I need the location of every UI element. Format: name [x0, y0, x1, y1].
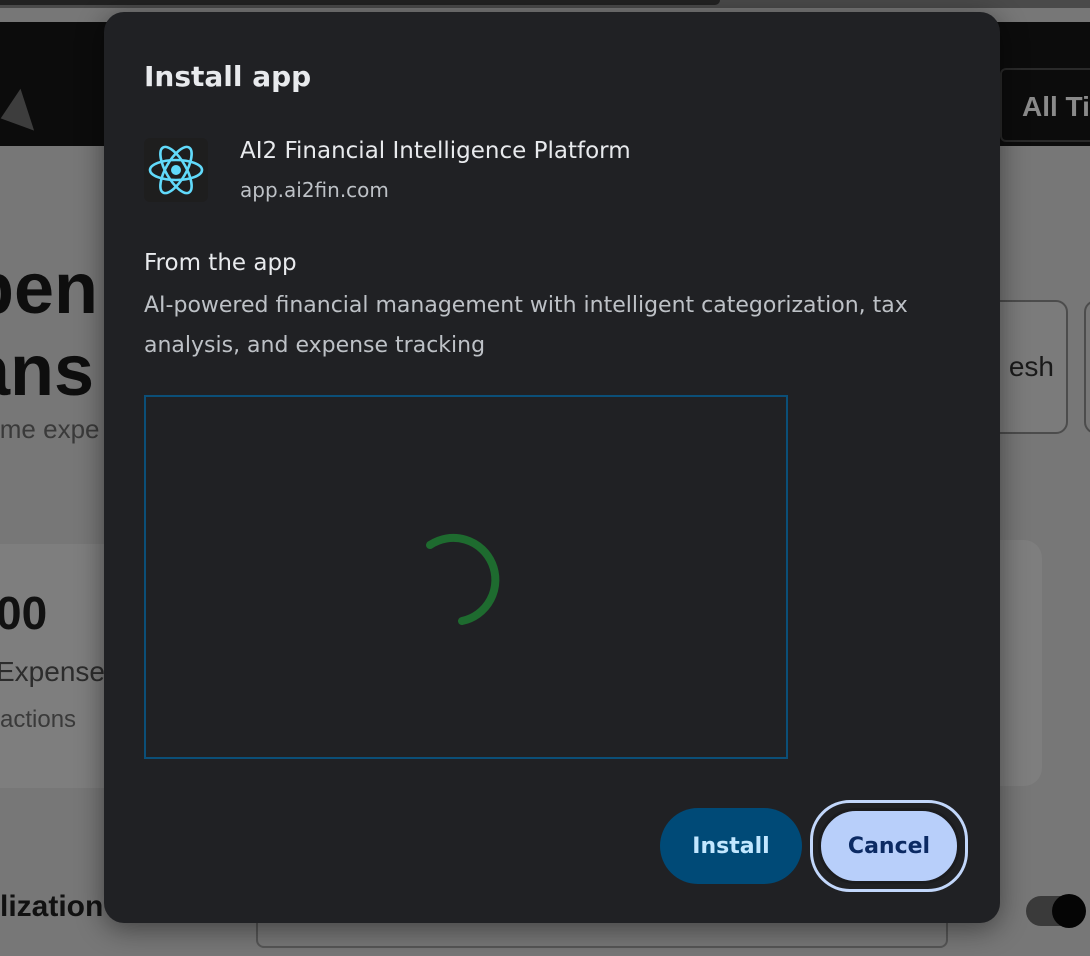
app-description: AI-powered financial management with int…: [144, 293, 908, 358]
browser-top-strip: [0, 0, 1090, 8]
loading-spinner-icon: [422, 527, 512, 627]
card-label: Expense: [0, 656, 105, 687]
react-atom-icon: [144, 138, 208, 202]
install-button[interactable]: Install: [660, 808, 802, 884]
dialog-title: Install app: [144, 60, 312, 93]
section-title: lization: [0, 890, 104, 923]
nav-logo-icon: [0, 88, 35, 140]
from-the-app-heading: From the app: [144, 250, 297, 276]
browser-tab-strip: [0, 0, 720, 5]
cancel-button-label: Cancel: [818, 808, 960, 884]
page-heading-line-1: pen: [0, 249, 99, 329]
nav-filter-button: All Ti: [1000, 68, 1090, 142]
page-heading: pen ans: [0, 248, 98, 412]
toggle-knob: [1052, 894, 1086, 928]
page-subtitle: ime expe: [0, 414, 100, 444]
secondary-button: [1084, 300, 1090, 434]
card-value: 00: [0, 587, 48, 639]
card-subtext: actions: [0, 706, 77, 733]
app-name: AI2 Financial Intelligence Platform: [240, 138, 631, 164]
cancel-button[interactable]: Cancel: [810, 800, 968, 892]
page-heading-line-2: ans: [0, 331, 95, 411]
app-preview: [144, 395, 788, 759]
install-app-dialog: Install app AI2 Financial Intelligence P…: [104, 12, 1000, 923]
app-url: app.ai2fin.com: [240, 178, 389, 202]
